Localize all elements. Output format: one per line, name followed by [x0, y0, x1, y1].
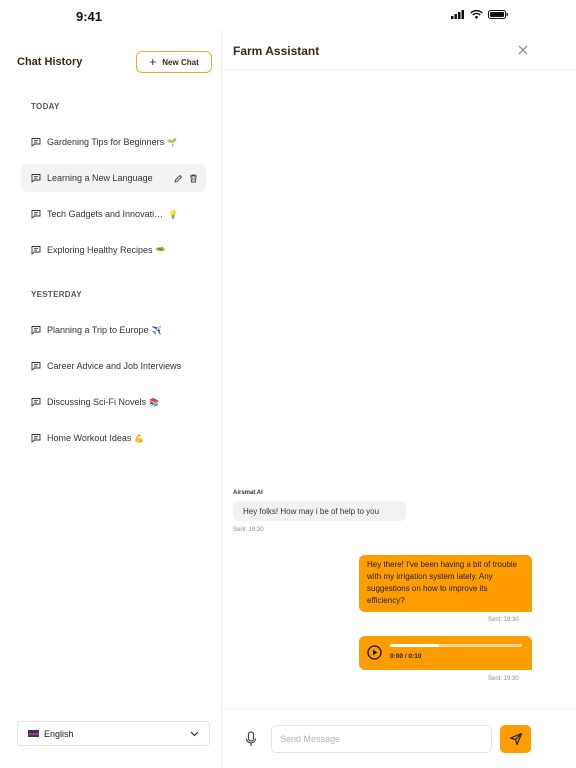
- message-composer: [222, 708, 576, 768]
- edit-icon[interactable]: [174, 174, 183, 183]
- audio-message-bubble: 0:00 / 0:10: [359, 636, 532, 670]
- audio-time: 0:00 / 0:10: [390, 653, 422, 660]
- message-input[interactable]: [271, 725, 492, 753]
- chat-history-item[interactable]: Tech Gadgets and Innovations 💡: [21, 200, 206, 228]
- chat-item-emoji: 🌱: [167, 137, 178, 147]
- status-bar: 9:41: [0, 0, 576, 30]
- send-icon: [509, 732, 522, 746]
- ai-sender-name: Airsmat AI: [233, 490, 263, 496]
- chat-header: Farm Assistant: [222, 30, 576, 70]
- chat-item-label: Discussing Sci-Fi Novels: [47, 397, 147, 407]
- chat-history-sidebar: Chat History + New Chat TODAY Gardening …: [0, 30, 222, 768]
- language-value: English: [44, 728, 74, 739]
- new-chat-button[interactable]: + New Chat: [136, 51, 212, 73]
- trash-icon[interactable]: [189, 174, 198, 183]
- chat-item-emoji: 💪: [134, 433, 145, 443]
- chat-item-emoji: 💡: [168, 209, 178, 219]
- audio-progress-track[interactable]: [390, 644, 522, 647]
- chat-item-label: Tech Gadgets and Innovations: [47, 209, 165, 219]
- status-time: 9:41: [76, 9, 103, 24]
- chat-item-label: Planning a Trip to Europe: [47, 325, 149, 335]
- chat-bubble-icon: [31, 246, 41, 255]
- message-timestamp: Sent: 19:30: [488, 676, 519, 682]
- new-chat-label: New Chat: [162, 57, 199, 67]
- chat-panel: Farm Assistant Airsmat AI Hey folks! How…: [222, 30, 576, 768]
- ai-message-text: Hey folks! How may i be of help to you: [243, 506, 380, 516]
- send-button[interactable]: [500, 725, 531, 753]
- chat-title: Farm Assistant: [233, 44, 320, 58]
- chat-item-actions: [174, 174, 198, 183]
- chevron-down-icon: [190, 731, 199, 736]
- section-label-today: TODAY: [31, 102, 60, 111]
- user-message-text: Hey there! I've been having a bit of tro…: [367, 560, 518, 605]
- message-timestamp: Sent: 19:30: [488, 617, 519, 623]
- chat-history-item[interactable]: Career Advice and Job Interviews: [21, 352, 206, 380]
- chat-history-item[interactable]: Gardening Tips for Beginners 🌱: [21, 128, 206, 156]
- chat-bubble-icon: [31, 138, 41, 147]
- ai-message-bubble: Hey folks! How may i be of help to you: [233, 501, 406, 521]
- chat-item-label: Exploring Healthy Recipes: [47, 245, 153, 255]
- audio-progress-fill: [390, 644, 439, 647]
- language-select[interactable]: English: [17, 721, 210, 746]
- chat-item-label: Learning a New Language: [47, 173, 153, 183]
- play-icon[interactable]: [367, 645, 382, 660]
- chat-history-item[interactable]: Planning a Trip to Europe ✈️: [21, 316, 206, 344]
- chat-item-label: Career Advice and Job Interviews: [47, 361, 182, 371]
- message-timestamp: Sent: 19:30: [233, 527, 264, 533]
- chat-item-label: Home Workout Ideas: [47, 433, 132, 443]
- microphone-icon[interactable]: [245, 731, 257, 747]
- chat-history-item[interactable]: Home Workout Ideas 💪: [21, 424, 206, 452]
- sidebar-title: Chat History: [17, 56, 83, 68]
- user-message-bubble: Hey there! I've been having a bit of tro…: [359, 555, 532, 612]
- chat-bubble-icon: [31, 398, 41, 407]
- chat-bubble-icon: [31, 210, 41, 219]
- chat-history-item[interactable]: Exploring Healthy Recipes 🥗: [21, 236, 206, 264]
- wifi-icon: [470, 10, 483, 19]
- chat-history-item[interactable]: Discussing Sci-Fi Novels 📚: [21, 388, 206, 416]
- chat-bubble-icon: [31, 362, 41, 371]
- section-label-yesterday: YESTERDAY: [31, 290, 82, 299]
- chat-history-item-active[interactable]: Learning a New Language: [21, 164, 206, 192]
- chat-item-emoji: 🥗: [155, 245, 166, 255]
- chat-item-label: Gardening Tips for Beginners: [47, 137, 165, 147]
- close-icon[interactable]: [516, 43, 530, 57]
- chat-item-emoji: ✈️: [151, 325, 162, 335]
- plus-icon: +: [149, 55, 157, 69]
- chat-bubble-icon: [31, 326, 41, 335]
- chat-item-emoji: 📚: [149, 397, 159, 407]
- battery-icon: [488, 10, 508, 19]
- chat-bubble-icon: [31, 174, 41, 183]
- chat-bubble-icon: [31, 434, 41, 443]
- uk-flag-icon: [28, 730, 39, 737]
- signal-icon: [451, 10, 464, 19]
- status-icons: [451, 10, 508, 19]
